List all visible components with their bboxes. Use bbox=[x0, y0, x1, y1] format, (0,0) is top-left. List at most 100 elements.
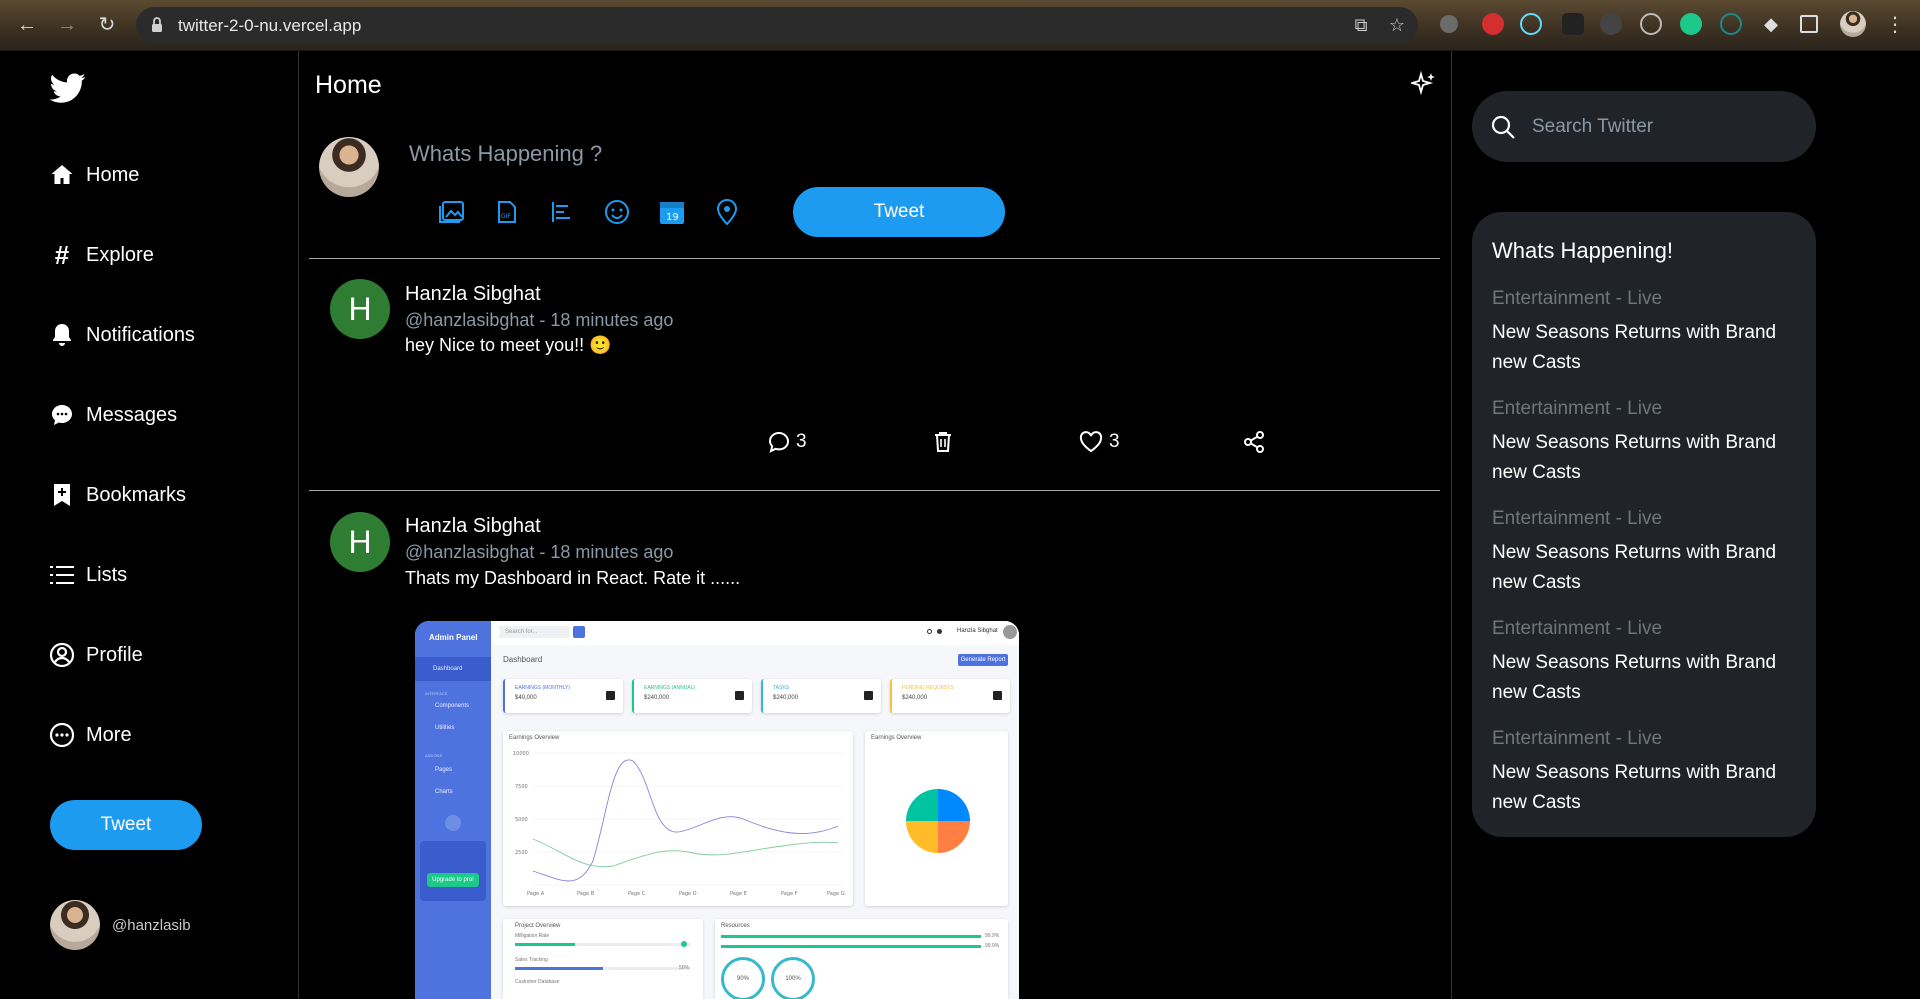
trend-item[interactable]: Entertainment - Live New Seasons Returns… bbox=[1492, 508, 1802, 598]
trend-item[interactable]: Entertainment - Live New Seasons Returns… bbox=[1492, 728, 1802, 818]
trend-title: New Seasons Returns with Brand new Casts bbox=[1492, 432, 1777, 483]
forward-icon[interactable]: → bbox=[52, 10, 82, 40]
resource-pct: 99.9% bbox=[985, 933, 1000, 939]
calendar-icon bbox=[735, 691, 744, 700]
share-icon bbox=[1244, 431, 1264, 453]
extension-icon[interactable] bbox=[1720, 13, 1742, 35]
heart-icon bbox=[1079, 431, 1103, 453]
menu-kebab-icon[interactable]: ⋮ bbox=[1880, 10, 1910, 40]
comment-button[interactable]: 3 bbox=[768, 431, 807, 453]
sidebar-item-label: Lists bbox=[86, 563, 128, 586]
x-tick: Page F bbox=[781, 891, 798, 897]
divider bbox=[309, 258, 1440, 259]
avatar[interactable]: H bbox=[330, 279, 390, 339]
post-text: Thats my Dashboard in React. Rate it ...… bbox=[405, 568, 741, 588]
compose-toolbar: GIF 19 bbox=[437, 197, 742, 227]
sidebar-item-label: Home bbox=[86, 163, 140, 186]
browser-toolbar: ← → ↻ twitter-2-0-nu.vercel.app ⧉ ☆ ◆ ⋮ bbox=[0, 0, 1920, 51]
calendar-icon bbox=[993, 691, 1002, 700]
dashboard-user: Hanzla Sibghat bbox=[957, 628, 998, 634]
left-sidebar: Home # Explore Notifications Messages Bo… bbox=[0, 51, 299, 999]
panel-title: Resources bbox=[721, 923, 750, 929]
poll-icon[interactable] bbox=[547, 197, 577, 227]
resource-pct: 99.9% bbox=[985, 943, 1000, 949]
calendar-icon[interactable]: 19 bbox=[657, 197, 687, 227]
puzzle-icon[interactable]: ◆ bbox=[1760, 13, 1782, 35]
compose-tweet-button[interactable]: Tweet bbox=[793, 187, 1005, 237]
gif-icon[interactable]: GIF bbox=[492, 197, 522, 227]
address-bar[interactable]: twitter-2-0-nu.vercel.app ⧉ ☆ bbox=[136, 7, 1418, 44]
post-text: hey Nice to meet you!! 🙂 bbox=[405, 335, 612, 356]
sidebar-item-explore[interactable]: # Explore bbox=[48, 235, 154, 275]
dashboard-nav-item: Charts bbox=[435, 789, 453, 795]
compose-input[interactable]: Whats Happening ? bbox=[409, 141, 602, 167]
dashboard-nav-item: ADDONS bbox=[425, 753, 443, 758]
home-icon bbox=[48, 161, 76, 189]
dashboard-stat-card: EARNINGS (ANNUAL) $240,000 bbox=[632, 679, 752, 713]
share-icon[interactable]: ⧉ bbox=[1350, 14, 1372, 36]
sidebar-item-more[interactable]: More bbox=[48, 715, 132, 755]
sidebar-tweet-button[interactable]: Tweet bbox=[50, 800, 202, 850]
trend-category: Entertainment - Live bbox=[1492, 728, 1663, 749]
sidebar-item-home[interactable]: Home bbox=[48, 155, 139, 195]
reload-icon[interactable]: ↻ bbox=[92, 10, 122, 40]
trend-item[interactable]: Entertainment - Live New Seasons Returns… bbox=[1492, 288, 1802, 378]
extension-icon[interactable] bbox=[1562, 13, 1584, 35]
sparkle-icon[interactable] bbox=[1411, 71, 1437, 97]
extension-icon[interactable] bbox=[1440, 15, 1458, 33]
location-icon[interactable] bbox=[712, 197, 742, 227]
share-button[interactable] bbox=[1243, 431, 1265, 453]
panel-title: Project Overview bbox=[515, 923, 561, 929]
sidebar-item-profile[interactable]: Profile bbox=[48, 635, 143, 675]
profile-avatar-icon[interactable] bbox=[1840, 11, 1866, 37]
sidebar-item-label: Bookmarks bbox=[86, 483, 187, 506]
back-icon[interactable]: ← bbox=[12, 10, 42, 40]
twitter-logo-icon[interactable] bbox=[48, 70, 88, 106]
emoji-icon[interactable] bbox=[602, 197, 632, 227]
trend-item[interactable]: Entertainment - Live New Seasons Returns… bbox=[1492, 398, 1802, 488]
side-panel-icon[interactable] bbox=[1800, 15, 1818, 33]
x-tick: Page G bbox=[827, 891, 845, 897]
progress-ring: 100% bbox=[771, 957, 815, 999]
account-switcher[interactable]: @hanzlasib bbox=[50, 900, 191, 950]
delete-button[interactable] bbox=[934, 431, 952, 453]
sidebar-item-notifications[interactable]: Notifications bbox=[48, 315, 195, 355]
search-input[interactable]: Search Twitter bbox=[1472, 91, 1816, 162]
react-devtools-icon[interactable] bbox=[1520, 13, 1542, 35]
post-author-name[interactable]: Hanzla Sibghat bbox=[405, 283, 541, 306]
extension-icon[interactable] bbox=[1600, 13, 1622, 35]
y-tick: 10000 bbox=[513, 751, 529, 757]
dashboard-stat-card: TASKS $240,000 bbox=[761, 679, 881, 713]
extension-icon[interactable] bbox=[1640, 13, 1662, 35]
dashboard-nav-item: Dashboard bbox=[433, 666, 463, 672]
dashboard-topbar: Search for... Hanzla Sibghat bbox=[491, 621, 1019, 645]
post-image-dashboard[interactable]: Admin Panel Dashboard INTERFACE Componen… bbox=[415, 621, 1019, 999]
dashboard-nav-item: Components bbox=[435, 703, 470, 709]
compose-avatar bbox=[319, 137, 379, 197]
dashboard-pie-panel: Earnings Overview bbox=[865, 731, 1008, 906]
star-icon[interactable]: ☆ bbox=[1386, 14, 1408, 36]
trend-item[interactable]: Entertainment - Live New Seasons Returns… bbox=[1492, 618, 1802, 708]
project-row-label: Milligation Rate bbox=[515, 933, 550, 939]
extension-icon[interactable] bbox=[1680, 13, 1702, 35]
dashboard-search-button bbox=[573, 626, 585, 638]
dashboard-resources-panel: Resources 99.9% 99.9% 90% 100% bbox=[715, 919, 1008, 999]
sidebar-item-lists[interactable]: Lists bbox=[48, 555, 127, 595]
sidebar-item-bookmarks[interactable]: Bookmarks bbox=[48, 475, 186, 515]
main-feed: Home Whats Happening ? GIF 19 Tweet H Ha… bbox=[299, 51, 1452, 999]
image-icon[interactable] bbox=[437, 197, 467, 227]
post-author-name[interactable]: Hanzla Sibghat bbox=[405, 515, 541, 538]
trash-icon bbox=[935, 432, 951, 452]
lock-icon bbox=[152, 17, 162, 32]
like-button[interactable]: 3 bbox=[1079, 431, 1120, 453]
avatar[interactable]: H bbox=[330, 512, 390, 572]
extension-icon[interactable] bbox=[1482, 13, 1504, 35]
dashboard-heading: Dashboard bbox=[503, 655, 543, 664]
stat-value: $40,000 bbox=[515, 695, 537, 701]
dashboard-project-panel: Project Overview Milligation Rate Sales … bbox=[503, 919, 703, 999]
sidebar-item-messages[interactable]: Messages bbox=[48, 395, 177, 435]
page-title: Home bbox=[315, 71, 382, 99]
trend-title: New Seasons Returns with Brand new Casts bbox=[1492, 652, 1777, 703]
url-text: twitter-2-0-nu.vercel.app bbox=[178, 16, 362, 35]
sidebar-item-label: Notifications bbox=[86, 323, 195, 346]
